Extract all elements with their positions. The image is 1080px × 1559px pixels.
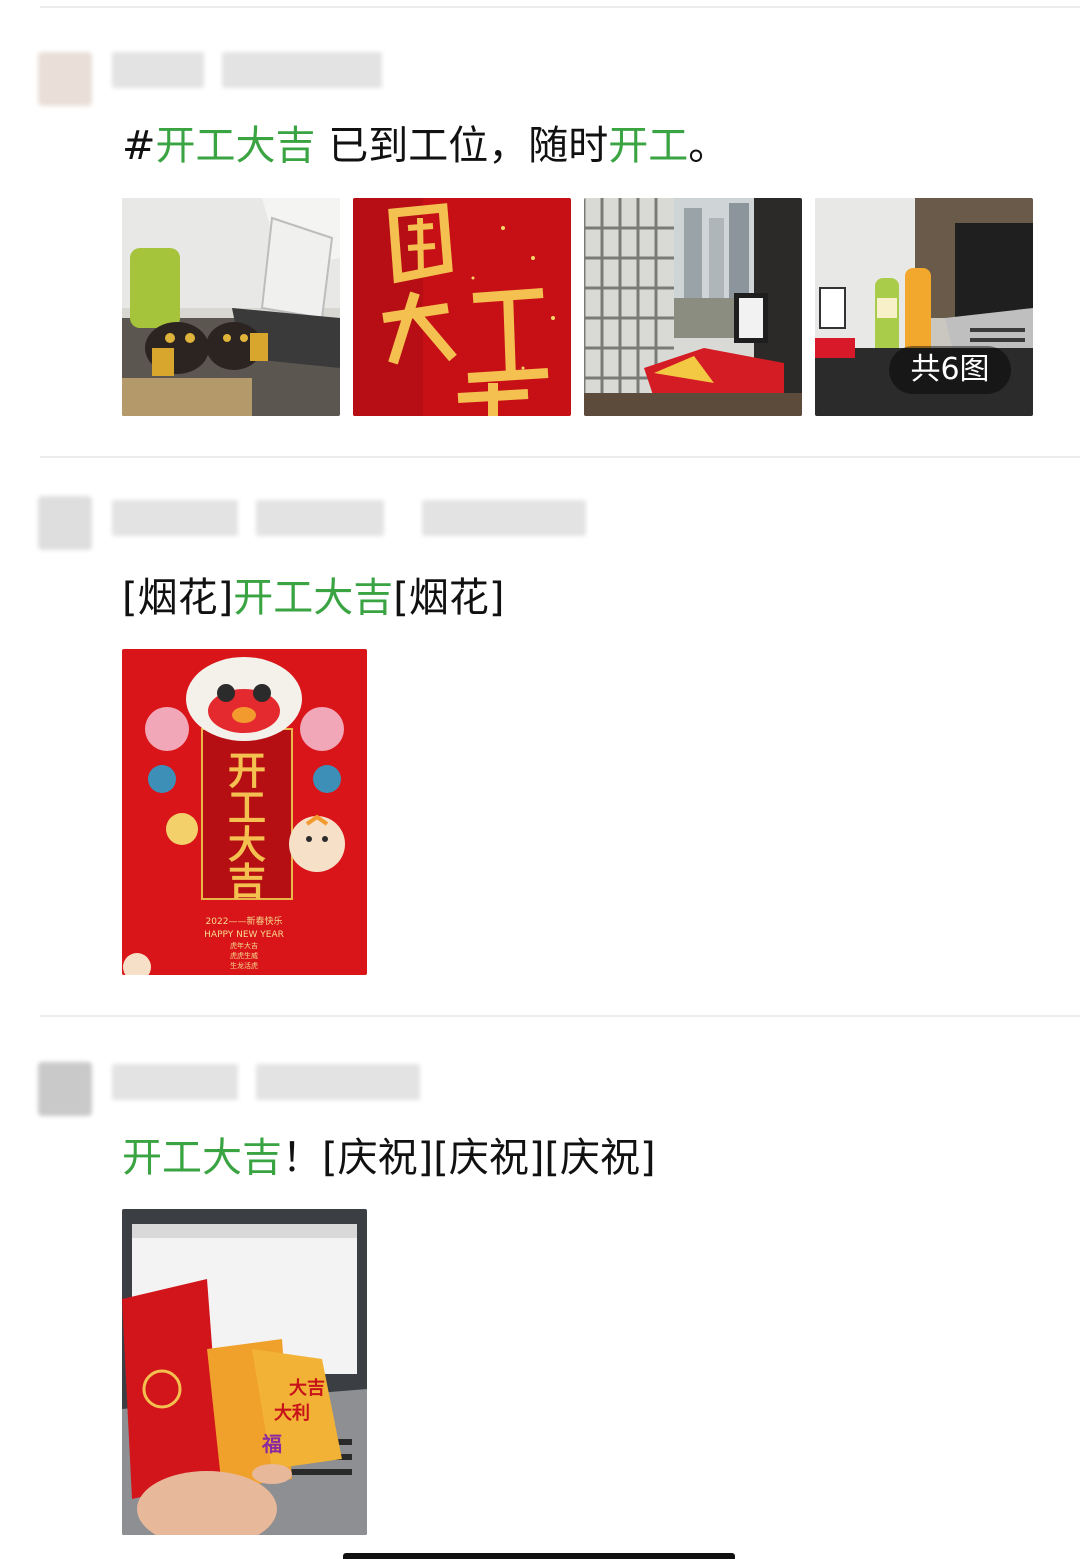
user-name-blurred-2[interactable] — [222, 52, 382, 88]
photo-thumbnail-4[interactable]: 共6图 — [815, 198, 1033, 416]
user-name-blurred[interactable] — [112, 52, 204, 88]
poster-line-3: 生龙活虎 — [230, 961, 258, 970]
user-name-blurred-2[interactable] — [256, 1064, 420, 1100]
poster-line-2: 虎虎生威 — [230, 951, 258, 960]
post-text: 开工大吉！[庆祝][庆祝][庆祝] — [122, 1134, 656, 1182]
top-divider — [40, 6, 410, 8]
user-avatar[interactable] — [38, 496, 92, 550]
top-divider-right — [410, 6, 1080, 8]
poster-title-char-4: 吉 — [228, 859, 266, 904]
envelope-text-1: 大吉 — [289, 1377, 325, 1399]
photo-thumbnail-1[interactable] — [122, 198, 340, 416]
post-text: [烟花]开工大吉[烟花] — [122, 574, 504, 622]
photo-thumbnail-2[interactable] — [353, 198, 571, 416]
emoji-fireworks-right: [烟花] — [393, 575, 505, 621]
poster-line-1: 虎年大吉 — [230, 941, 258, 950]
user-name-blurred[interactable] — [112, 500, 238, 536]
user-name-blurred[interactable] — [112, 1064, 238, 1100]
post-text-middle: 已到工位，随时 — [315, 123, 609, 169]
user-name-blurred-3[interactable] — [422, 500, 586, 536]
home-indicator[interactable] — [343, 1553, 735, 1559]
user-avatar[interactable] — [38, 1062, 92, 1116]
keyword-link[interactable]: 开工大吉 — [122, 1135, 282, 1181]
poster-english-line: HAPPY NEW YEAR — [204, 930, 284, 940]
envelope-text-2: 大利 — [274, 1402, 310, 1424]
emoji-celebrate: ！[庆祝][庆祝][庆祝] — [282, 1135, 656, 1181]
office-window-photo — [584, 198, 802, 416]
kaigong-red-card — [353, 198, 571, 416]
red-envelopes-photo: 大吉 大利 福 — [122, 1209, 367, 1535]
keyword-link[interactable]: 开工 — [608, 123, 688, 169]
post-text: #开工大吉 已到工位，随时开工。 — [122, 122, 728, 170]
image-count-badge[interactable]: 共6图 — [889, 346, 1011, 394]
post-divider-1 — [40, 456, 1080, 458]
topic-link[interactable]: 开工大吉 — [156, 123, 316, 169]
post-text-end: 。 — [688, 123, 729, 169]
poster-year-line: 2022——新春快乐 — [206, 915, 283, 927]
photo-thumbnail-3[interactable] — [584, 198, 802, 416]
user-name-blurred-2[interactable] — [256, 500, 384, 536]
post-text-hash: # — [122, 123, 156, 169]
new-year-poster: 开 工 大 吉 2022——新春快乐 HAPPY NEW YEAR 虎年大吉 虎… — [122, 649, 367, 975]
envelope-text-3: 福 — [261, 1432, 282, 1456]
user-avatar[interactable] — [38, 52, 92, 106]
keyword-link[interactable]: 开工大吉 — [233, 575, 393, 621]
post-divider-2 — [40, 1015, 1080, 1017]
desk-lion-photo — [122, 198, 340, 416]
envelope-photo[interactable]: 大吉 大利 福 — [122, 1209, 367, 1535]
emoji-fireworks-left: [烟花] — [122, 575, 234, 621]
poster-image[interactable]: 开 工 大 吉 2022——新春快乐 HAPPY NEW YEAR 虎年大吉 虎… — [122, 649, 367, 975]
